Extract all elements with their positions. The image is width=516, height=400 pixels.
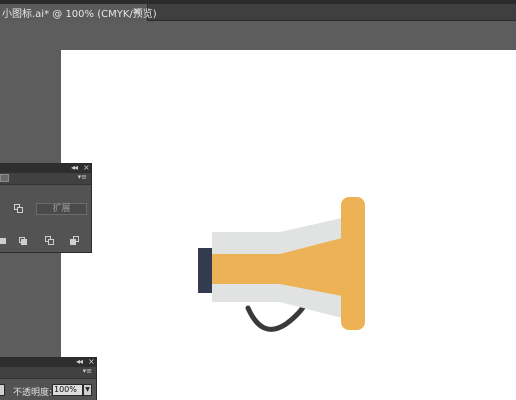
close-tab-icon[interactable]: ×: [133, 6, 141, 17]
pathfinder-panel: ◂◂ × ▾≡ 扩展: [0, 163, 92, 253]
trim-icon[interactable]: [19, 236, 29, 246]
panel-tab-row: ▾≡: [0, 173, 91, 185]
close-icon[interactable]: ×: [88, 357, 95, 366]
opacity-label: 不透明度:: [13, 388, 53, 398]
panel-titlebar[interactable]: ◂◂ ×: [0, 163, 91, 173]
panel-tab-row: ▾≡: [0, 367, 96, 379]
panel-titlebar[interactable]: ◂◂ ×: [0, 357, 96, 367]
panel-menu-icon[interactable]: ▾≡: [78, 173, 87, 181]
expand-button[interactable]: 扩展: [36, 203, 87, 215]
blend-mode-select[interactable]: [0, 384, 5, 396]
megaphone-bell: [341, 197, 365, 330]
document-tab[interactable]: 小图标.ai* @ 100% (CMYK/预览) ×: [0, 4, 157, 21]
minus-back-icon[interactable]: [14, 204, 24, 214]
megaphone-cap: [198, 248, 212, 293]
opacity-dropdown-icon[interactable]: ▼: [83, 384, 92, 396]
collapse-icon[interactable]: ◂◂: [71, 163, 78, 172]
divide-icon[interactable]: [0, 236, 10, 246]
panel-menu-icon[interactable]: ▾≡: [83, 367, 92, 375]
megaphone-illustration[interactable]: [190, 190, 370, 340]
transparency-panel: ◂◂ × ▾≡ 不透明度: 100% ▼: [0, 357, 97, 400]
outline-icon[interactable]: [70, 236, 80, 246]
panel-tab-icon[interactable]: [0, 174, 9, 182]
collapse-icon[interactable]: ◂◂: [76, 357, 83, 366]
close-icon[interactable]: ×: [83, 163, 90, 172]
crop-icon[interactable]: [45, 236, 55, 246]
opacity-input[interactable]: 100%: [52, 384, 83, 396]
